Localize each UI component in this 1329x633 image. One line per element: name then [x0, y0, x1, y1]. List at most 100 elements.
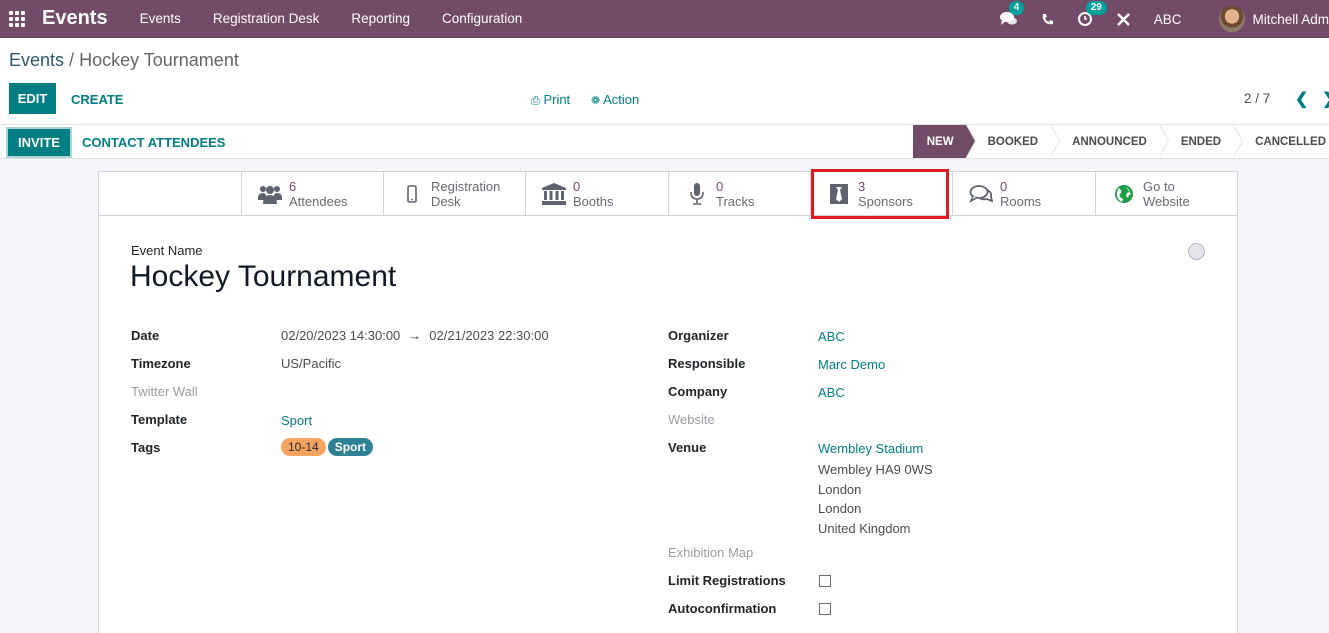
menu-reporting[interactable]: Reporting	[335, 11, 426, 26]
tracks-smart-button[interactable]: 0 Tracks	[668, 172, 810, 215]
template-link[interactable]: Sport	[281, 413, 312, 428]
form-sheet: 6 Attendees Registration Desk 0 Booths 0 Tra…	[98, 169, 1238, 633]
create-button[interactable]: CREATE	[71, 92, 123, 107]
sponsors-smart-button[interactable]: 3 Sponsors	[810, 172, 952, 215]
event-name-value: Hockey Tournament	[130, 260, 397, 293]
sponsors-count: 3	[858, 178, 866, 194]
registration-desk-smart-button[interactable]: Registration Desk	[383, 172, 525, 215]
date-field: 02/20/2023 14:30:00 → 02/21/2023 22:30:00	[281, 328, 549, 343]
registration-desk-line1: Registration	[431, 178, 501, 194]
limit-registrations-checkbox[interactable]	[819, 575, 831, 587]
organizer-link[interactable]: ABC	[818, 329, 845, 344]
pager-previous-button[interactable]: ❮	[1295, 89, 1308, 109]
tag-badge[interactable]: 10-14	[281, 438, 326, 456]
company-switcher[interactable]: ABC	[1154, 12, 1182, 27]
debug-tools-button[interactable]	[1116, 12, 1131, 27]
app-name[interactable]: Events	[42, 7, 108, 30]
booths-smart-button[interactable]: 0 Booths	[525, 172, 667, 215]
user-menu[interactable]: Mitchell Adm	[1252, 12, 1329, 27]
venue-label: Venue	[668, 440, 707, 455]
action-button[interactable]: ❁ Action	[591, 92, 639, 107]
edit-button[interactable]: EDIT	[9, 83, 56, 114]
breadcrumb: Events / Hockey Tournament	[9, 50, 239, 71]
invite-button[interactable]: INVITE	[8, 129, 70, 156]
autoconfirmation-checkbox[interactable]	[819, 603, 831, 615]
booths-count: 0	[573, 178, 581, 194]
stage-announced[interactable]: ANNOUNCED	[1050, 125, 1169, 158]
tags-field: 10-14 Sport	[281, 438, 375, 456]
menu-configuration[interactable]: Configuration	[426, 11, 538, 26]
attendees-count: 6	[289, 178, 297, 194]
venue-link[interactable]: Wembley Stadium	[818, 441, 923, 456]
go-to-website-smart-button[interactable]: Go to Website	[1095, 172, 1237, 215]
tracks-count: 0	[716, 178, 724, 194]
microphone-icon	[681, 182, 713, 205]
messages-button[interactable]: 4	[999, 1, 1025, 27]
stage-cancelled[interactable]: CANCELLED	[1233, 125, 1329, 158]
company-label: Company	[668, 384, 728, 399]
user-avatar[interactable]	[1219, 6, 1246, 32]
stage-new[interactable]: NEW	[912, 125, 976, 158]
breadcrumb-current: Hockey Tournament	[79, 50, 239, 70]
limit-registrations-label: Limit Registrations	[668, 573, 786, 588]
gear-icon: ❁	[591, 95, 601, 107]
venue-address-line: United Kingdom	[818, 521, 911, 536]
status-bar: INVITE CONTACT ATTENDEES NEW BOOKED ANNO…	[0, 124, 1329, 159]
mobile-icon	[396, 184, 428, 203]
print-button[interactable]: ⎙ Print	[531, 92, 570, 108]
responsible-label: Responsible	[668, 356, 746, 371]
go-to-website-line2: Website	[1143, 193, 1190, 209]
kanban-state-indicator[interactable]	[1188, 243, 1205, 260]
date-label: Date	[131, 328, 160, 343]
arrow-right-icon: →	[408, 328, 422, 343]
menu-events[interactable]: Events	[124, 11, 197, 26]
venue-address-line: Wembley HA9 0WS	[818, 462, 933, 477]
chevron-right-icon: ❯	[1322, 91, 1329, 108]
timezone-label: Timezone	[131, 356, 191, 371]
globe-icon	[1108, 184, 1140, 204]
pager-next-button[interactable]: ❯	[1322, 89, 1329, 109]
printer-icon: ⎙	[531, 95, 540, 107]
action-label: Action	[603, 92, 640, 107]
tags-label: Tags	[131, 440, 161, 455]
tracks-label: Tracks	[716, 193, 755, 209]
messages-count-badge: 4	[1008, 1, 1025, 15]
date-start: 02/20/2023 14:30:00	[281, 328, 401, 343]
tie-icon	[823, 183, 855, 204]
chevron-left-icon: ❮	[1295, 91, 1309, 108]
attendees-label: Attendees	[289, 193, 348, 209]
company-link[interactable]: ABC	[818, 385, 845, 400]
sponsors-label: Sponsors	[858, 193, 913, 209]
timezone-value: US/Pacific	[281, 356, 341, 371]
venue-address-line: London	[818, 482, 862, 497]
apps-menu-icon[interactable]	[9, 10, 25, 27]
event-name-label: Event Name	[131, 243, 203, 258]
pager-value[interactable]: 2 / 7	[1244, 91, 1270, 106]
menu-registration-desk[interactable]: Registration Desk	[197, 11, 336, 26]
activities-count-badge: 29	[1085, 1, 1107, 15]
stage-ended[interactable]: ENDED	[1159, 125, 1244, 158]
attendees-smart-button[interactable]: 6 Attendees	[241, 172, 383, 215]
print-label: Print	[543, 92, 571, 107]
exhibition-map-label: Exhibition Map	[668, 545, 754, 560]
booths-label: Booths	[573, 193, 614, 209]
rooms-smart-button[interactable]: 0 Rooms	[952, 172, 1094, 215]
contact-attendees-button[interactable]: CONTACT ATTENDEES	[82, 135, 225, 150]
breadcrumb-events-link[interactable]: Events	[9, 50, 64, 70]
template-label: Template	[131, 412, 188, 427]
stage-booked[interactable]: BOOKED	[966, 125, 1061, 158]
date-end: 02/21/2023 22:30:00	[429, 328, 549, 343]
responsible-link[interactable]: Marc Demo	[818, 357, 885, 372]
activities-button[interactable]: 29	[1077, 1, 1107, 27]
go-to-website-line1: Go to	[1143, 178, 1175, 194]
bank-icon	[538, 182, 570, 205]
top-navbar: Events Events Registration Desk Reportin…	[0, 0, 1329, 38]
organizer-label: Organizer	[668, 328, 729, 343]
website-label: Website	[668, 412, 715, 427]
phone-button[interactable]	[1041, 13, 1054, 26]
comments-icon	[965, 184, 997, 204]
tag-badge[interactable]: Sport	[327, 438, 374, 456]
registration-desk-line2: Desk	[431, 193, 461, 209]
venue-address-line: London	[818, 501, 862, 516]
autoconfirmation-label: Autoconfirmation	[668, 601, 777, 616]
